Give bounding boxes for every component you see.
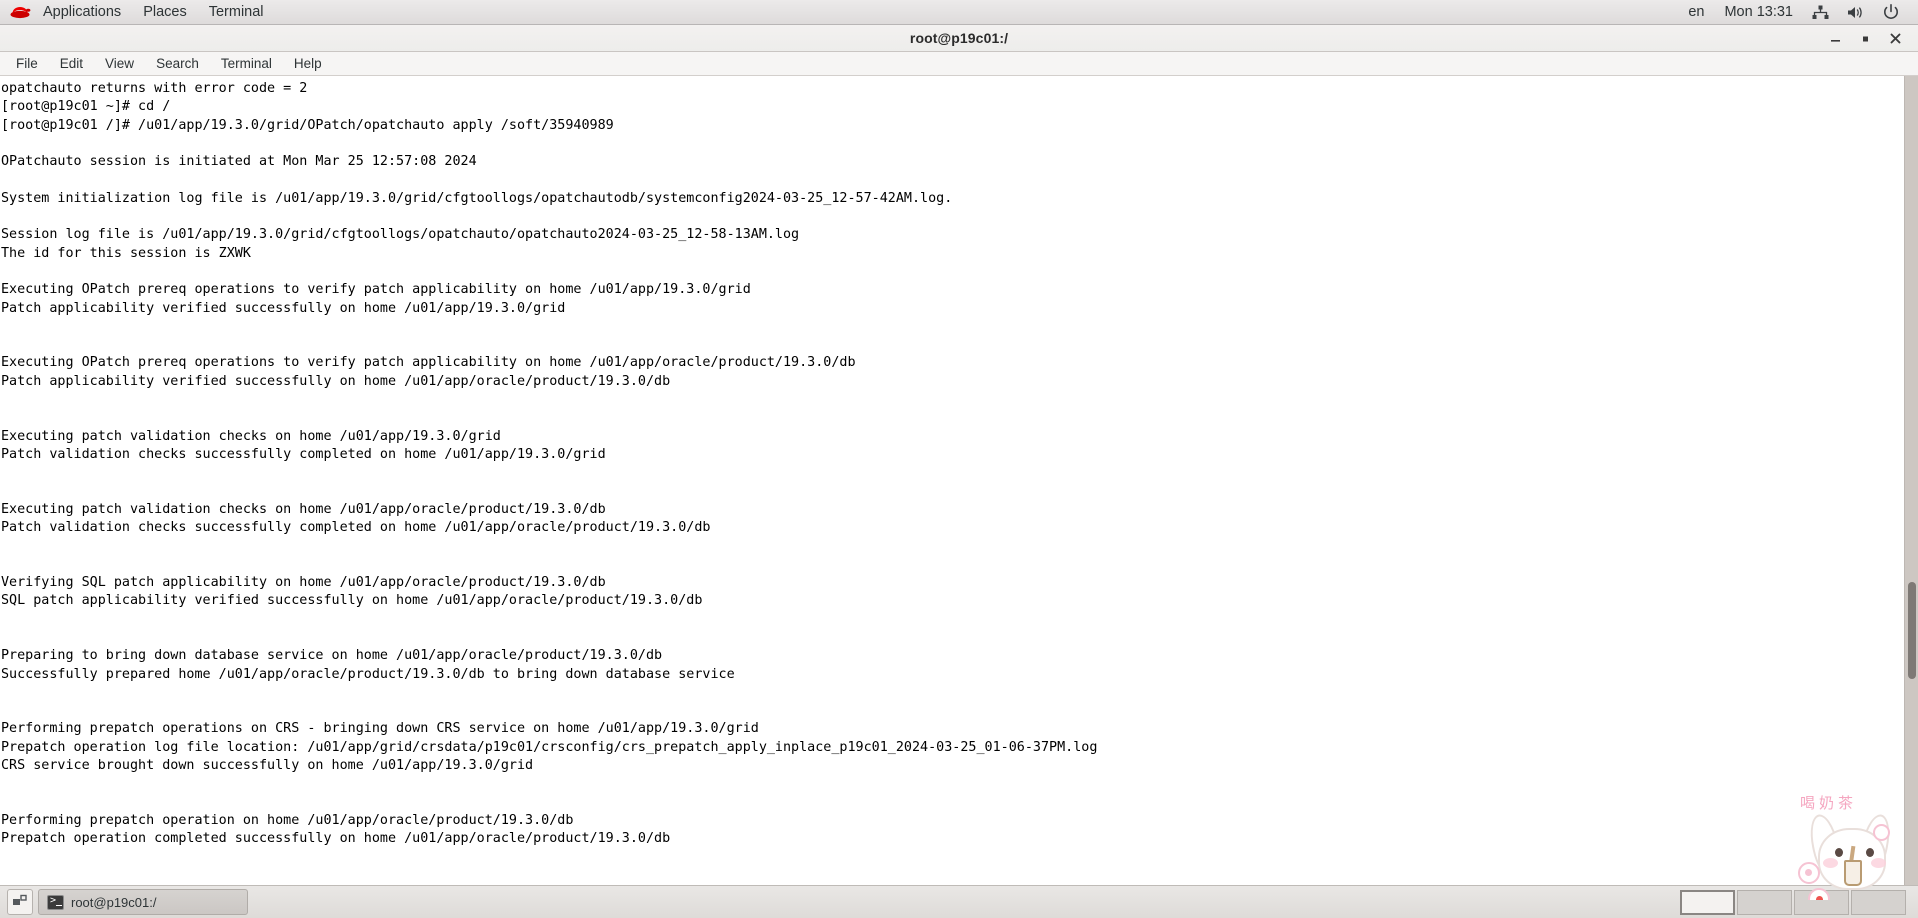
scrollbar-thumb[interactable] (1908, 581, 1916, 679)
taskbar-window-button[interactable]: root@p19c01:/ (38, 889, 248, 915)
terminal-scrollbar[interactable] (1904, 76, 1918, 885)
maximize-icon[interactable] (1850, 26, 1880, 50)
menu-view[interactable]: View (94, 52, 145, 76)
terminal-output[interactable]: opatchauto returns with error code = 2 [… (0, 76, 1904, 885)
window-titlebar[interactable]: root@p19c01:/ (0, 25, 1918, 52)
menu-file[interactable]: File (5, 52, 49, 76)
workspace-1[interactable] (1680, 889, 1735, 915)
menu-edit[interactable]: Edit (49, 52, 94, 76)
window-title: root@p19c01:/ (909, 30, 1009, 46)
show-desktop-icon[interactable] (7, 889, 33, 915)
network-icon[interactable] (1803, 5, 1838, 20)
redhat-logo-icon[interactable] (9, 4, 31, 20)
terminal-icon (47, 894, 64, 910)
menu-help[interactable]: Help (283, 52, 333, 76)
volume-icon[interactable] (1838, 5, 1874, 20)
terminal-content-area[interactable]: opatchauto returns with error code = 2 [… (0, 76, 1918, 885)
system-tray (1803, 4, 1918, 20)
minimize-icon[interactable] (1820, 26, 1850, 50)
terminal-window: root@p19c01:/ File Edit View Search Term… (0, 25, 1918, 885)
taskbar: root@p19c01:/ (0, 885, 1918, 918)
workspace-4[interactable] (1851, 889, 1906, 915)
panel-menu-terminal[interactable]: Terminal (198, 0, 275, 25)
power-icon[interactable] (1874, 4, 1908, 20)
menu-search[interactable]: Search (145, 52, 210, 76)
top-panel: Applications Places Terminal en Mon 13:3… (0, 0, 1918, 25)
close-icon[interactable] (1880, 26, 1910, 50)
menubar: File Edit View Search Terminal Help (0, 52, 1918, 76)
workspace-3[interactable] (1794, 889, 1849, 915)
panel-menu-places[interactable]: Places (132, 0, 198, 25)
clock[interactable]: Mon 13:31 (1714, 0, 1803, 25)
taskbar-window-label: root@p19c01:/ (71, 894, 157, 910)
workspace-2[interactable] (1737, 889, 1792, 915)
menu-terminal[interactable]: Terminal (210, 52, 283, 76)
panel-menu-applications[interactable]: Applications (32, 0, 132, 25)
workspace-pager (1680, 889, 1914, 915)
top-panel-right-area: en Mon 13:31 (1678, 0, 1918, 25)
window-controls (1820, 26, 1918, 50)
window-list: root@p19c01:/ (38, 889, 248, 915)
keyboard-layout-indicator[interactable]: en (1678, 0, 1714, 25)
